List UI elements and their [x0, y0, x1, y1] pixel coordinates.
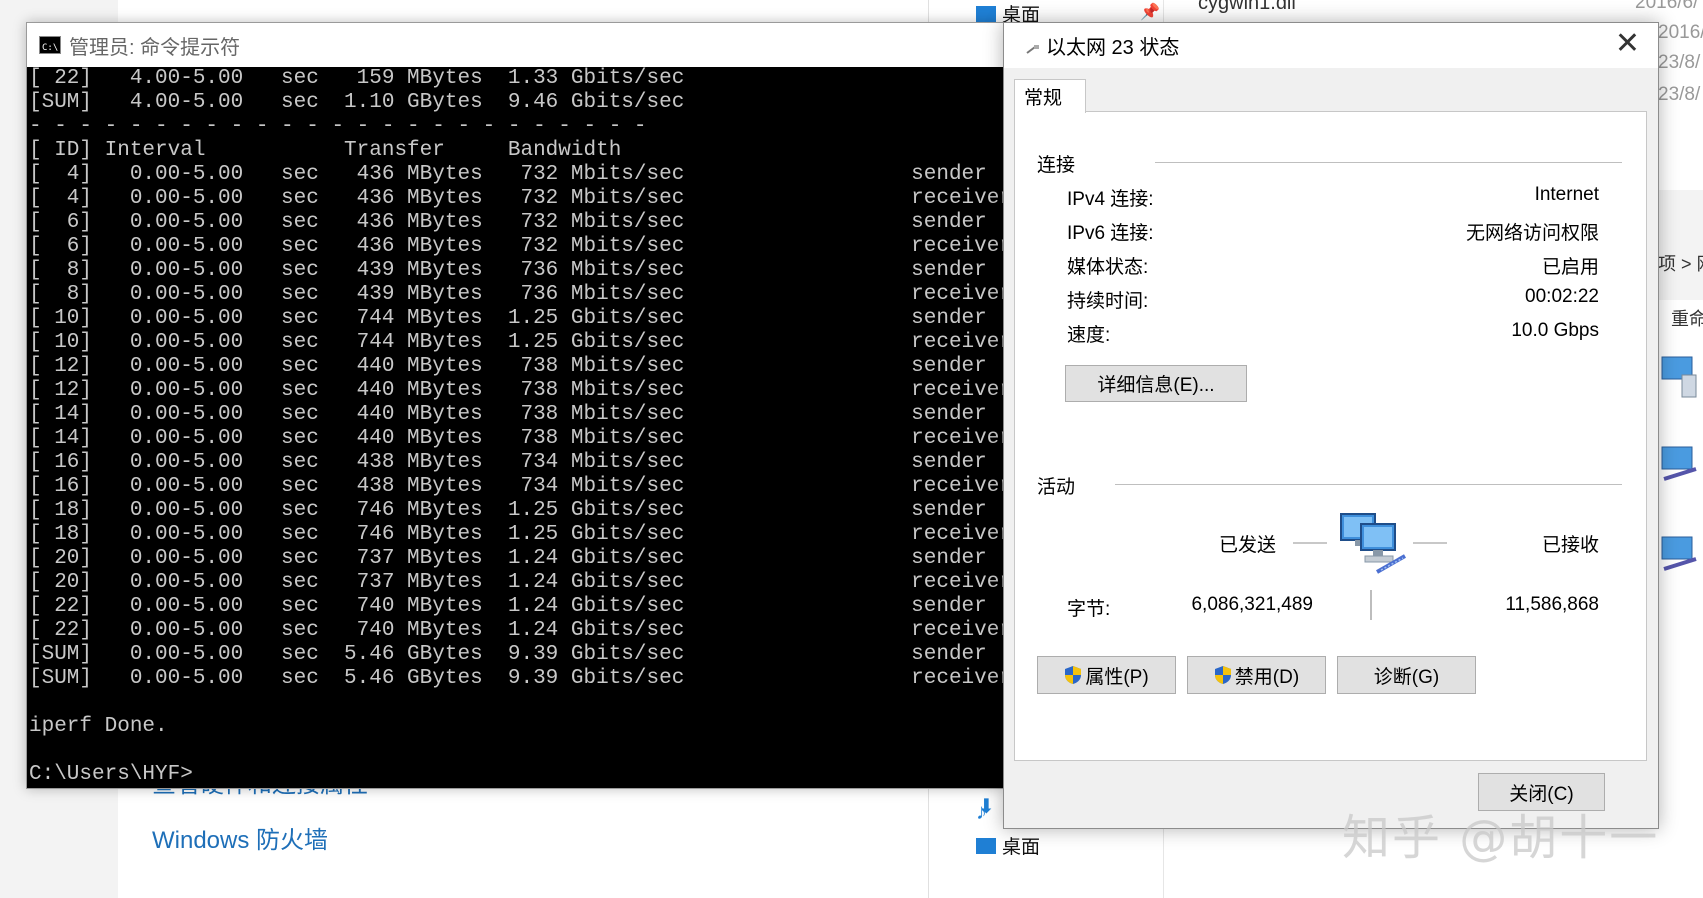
console-line: [ 14] 0.00-5.00 sec 440 MBytes 738 Mbits… [29, 427, 1012, 450]
console-line: - - - - - - - - - - - - - - - - - - - - … [29, 115, 647, 138]
received-line [1413, 542, 1447, 544]
file-date: 23/8/ [1658, 52, 1701, 73]
properties-label: 属性(P) [1085, 666, 1149, 688]
cmd-app-icon: C:\ [39, 36, 61, 54]
download-arrow-icon: ⬇ [978, 796, 995, 818]
cmd-console-output[interactable]: [ 22] 4.00-5.00 sec 159 MBytes 1.33 Gbit… [27, 67, 1012, 787]
console-line: [ 20] 0.00-5.00 sec 737 MBytes 1.24 Gbit… [29, 547, 987, 570]
console-line: [ 18] 0.00-5.00 sec 746 MBytes 1.25 Gbit… [29, 499, 987, 522]
bytes-separator [1370, 590, 1372, 620]
details-button[interactable]: 详细信息(E)... [1065, 365, 1247, 402]
ethernet-status-dialog[interactable]: 以太网 23 状态 ✕ 常规 连接 IPv4 连接: Internet IPv6… [1003, 22, 1659, 829]
network-cable-icon [1026, 44, 1039, 54]
cmd-title: 管理员: 命令提示符 [69, 36, 241, 59]
sent-label: 已发送 [1219, 535, 1277, 556]
console-line: [ 6] 0.00-5.00 sec 436 MBytes 732 Mbits/… [29, 235, 1012, 258]
file-date: 2016/6/ [1658, 22, 1703, 43]
dialog-title: 以太网 23 状态 [1046, 37, 1180, 59]
media-state-value: 已启用 [1541, 257, 1599, 278]
bytes-received-value: 11,586,868 [1505, 594, 1599, 615]
link-windows-firewall[interactable]: Windows 防火墙 [152, 820, 328, 855]
file-date: 2016/6/ [1635, 0, 1699, 13]
console-line: [ 8] 0.00-5.00 sec 439 MBytes 736 Mbits/… [29, 259, 987, 282]
media-state-label: 媒体状态: [1067, 257, 1149, 278]
network-computers-icon [1340, 513, 1406, 574]
background-right-strip [1653, 190, 1703, 300]
console-line: [ 22] 4.00-5.00 sec 159 MBytes 1.33 Gbit… [29, 67, 685, 90]
general-panel: 连接 IPv4 连接: Internet IPv6 连接: 无网络访问权限 媒体… [1014, 111, 1647, 761]
nav-item-label: 桌面 [1002, 837, 1041, 858]
console-line: [SUM] 4.00-5.00 sec 1.10 GBytes 9.46 Gbi… [29, 91, 685, 114]
rename-fragment: 重命 [1671, 309, 1703, 329]
desktop-icon [976, 5, 996, 22]
bytes-sent-value: 6,086,321,489 [1191, 594, 1313, 615]
console-line: [ 10] 0.00-5.00 sec 744 MBytes 1.25 Gbit… [29, 331, 1012, 354]
console-line: [ 12] 0.00-5.00 sec 440 MBytes 738 Mbits… [29, 355, 987, 378]
group-divider [1155, 162, 1622, 163]
desktop-icon [976, 837, 996, 854]
nav-item-desktop[interactable]: 桌面 [976, 832, 1040, 859]
cmd-window[interactable]: C:\ 管理员: 命令提示符 [ 22] 4.00-5.00 sec 159 M… [26, 22, 1012, 789]
console-line: [SUM] 0.00-5.00 sec 5.46 GBytes 9.39 Gbi… [29, 667, 1012, 690]
diagnose-button[interactable]: 诊断(G) [1337, 656, 1476, 694]
uac-shield-icon [1214, 666, 1231, 684]
ipv4-value: Internet [1534, 184, 1599, 205]
console-line: [ 12] 0.00-5.00 sec 440 MBytes 738 Mbits… [29, 379, 1012, 402]
console-line: [ 20] 0.00-5.00 sec 737 MBytes 1.24 Gbit… [29, 571, 1012, 594]
connection-group-label: 连接 [1037, 155, 1076, 176]
console-line: [ 14] 0.00-5.00 sec 440 MBytes 738 Mbits… [29, 403, 987, 426]
file-name-cygwin[interactable]: cygwin1.dll [1198, 0, 1296, 15]
console-line: iperf Done. [29, 715, 168, 738]
speed-label: 速度: [1067, 325, 1111, 346]
cmd-titlebar[interactable]: C:\ 管理员: 命令提示符 [27, 23, 1003, 67]
network-adapter-icon [1661, 536, 1697, 571]
console-line: [ 8] 0.00-5.00 sec 439 MBytes 736 Mbits/… [29, 283, 1012, 306]
watermark-text: 知乎 @胡十一 [1342, 810, 1660, 866]
close-icon[interactable]: ✕ [1615, 29, 1640, 59]
speed-value: 10.0 Gbps [1511, 320, 1599, 341]
dialog-titlebar[interactable]: 以太网 23 状态 ✕ [1004, 23, 1658, 68]
ipv4-label: IPv4 连接: [1067, 189, 1154, 210]
console-line: [ 6] 0.00-5.00 sec 436 MBytes 732 Mbits/… [29, 211, 987, 234]
group-divider [1115, 484, 1622, 485]
console-line: [ 4] 0.00-5.00 sec 436 MBytes 732 Mbits/… [29, 187, 1012, 210]
console-line: [ 16] 0.00-5.00 sec 438 MBytes 734 Mbits… [29, 451, 987, 474]
uac-shield-icon [1065, 666, 1082, 684]
bytes-label: 字节: [1067, 599, 1111, 620]
network-adapter-icon [1661, 446, 1697, 481]
console-line: [ ID] Interval Transfer Bandwidth [29, 139, 622, 162]
console-line: [ 10] 0.00-5.00 sec 744 MBytes 1.25 Gbit… [29, 307, 987, 330]
ipv6-label: IPv6 连接: [1067, 223, 1154, 244]
file-date: 23/8/ [1658, 84, 1701, 105]
tab-general[interactable]: 常规 [1014, 79, 1086, 113]
pin-icon[interactable]: 📌 [1140, 2, 1160, 22]
activity-group-label: 活动 [1037, 477, 1076, 498]
disable-button[interactable]: 禁用(D) [1187, 656, 1326, 694]
network-adapter-icon [1661, 356, 1697, 398]
console-line: [ 22] 0.00-5.00 sec 740 MBytes 1.24 Gbit… [29, 619, 1012, 642]
console-line: [ 22] 0.00-5.00 sec 740 MBytes 1.24 Gbit… [29, 595, 987, 618]
received-label: 已接收 [1541, 535, 1599, 556]
breadcrumb-fragment: 项 > 网 [1658, 254, 1703, 274]
console-line: [SUM] 0.00-5.00 sec 5.46 GBytes 9.39 Gbi… [29, 643, 987, 666]
properties-button[interactable]: 属性(P) [1037, 656, 1176, 694]
sent-line [1293, 542, 1327, 544]
duration-label: 持续时间: [1067, 291, 1149, 312]
console-line: [ 4] 0.00-5.00 sec 436 MBytes 732 Mbits/… [29, 163, 987, 186]
disable-label: 禁用(D) [1234, 666, 1300, 688]
ipv6-value: 无网络访问权限 [1465, 223, 1599, 244]
console-line: [ 16] 0.00-5.00 sec 438 MBytes 734 Mbits… [29, 475, 1012, 498]
console-line: [ 18] 0.00-5.00 sec 746 MBytes 1.25 Gbit… [29, 523, 1012, 546]
console-line: C:\Users\HYF> [29, 763, 193, 786]
duration-value: 00:02:22 [1525, 286, 1599, 307]
